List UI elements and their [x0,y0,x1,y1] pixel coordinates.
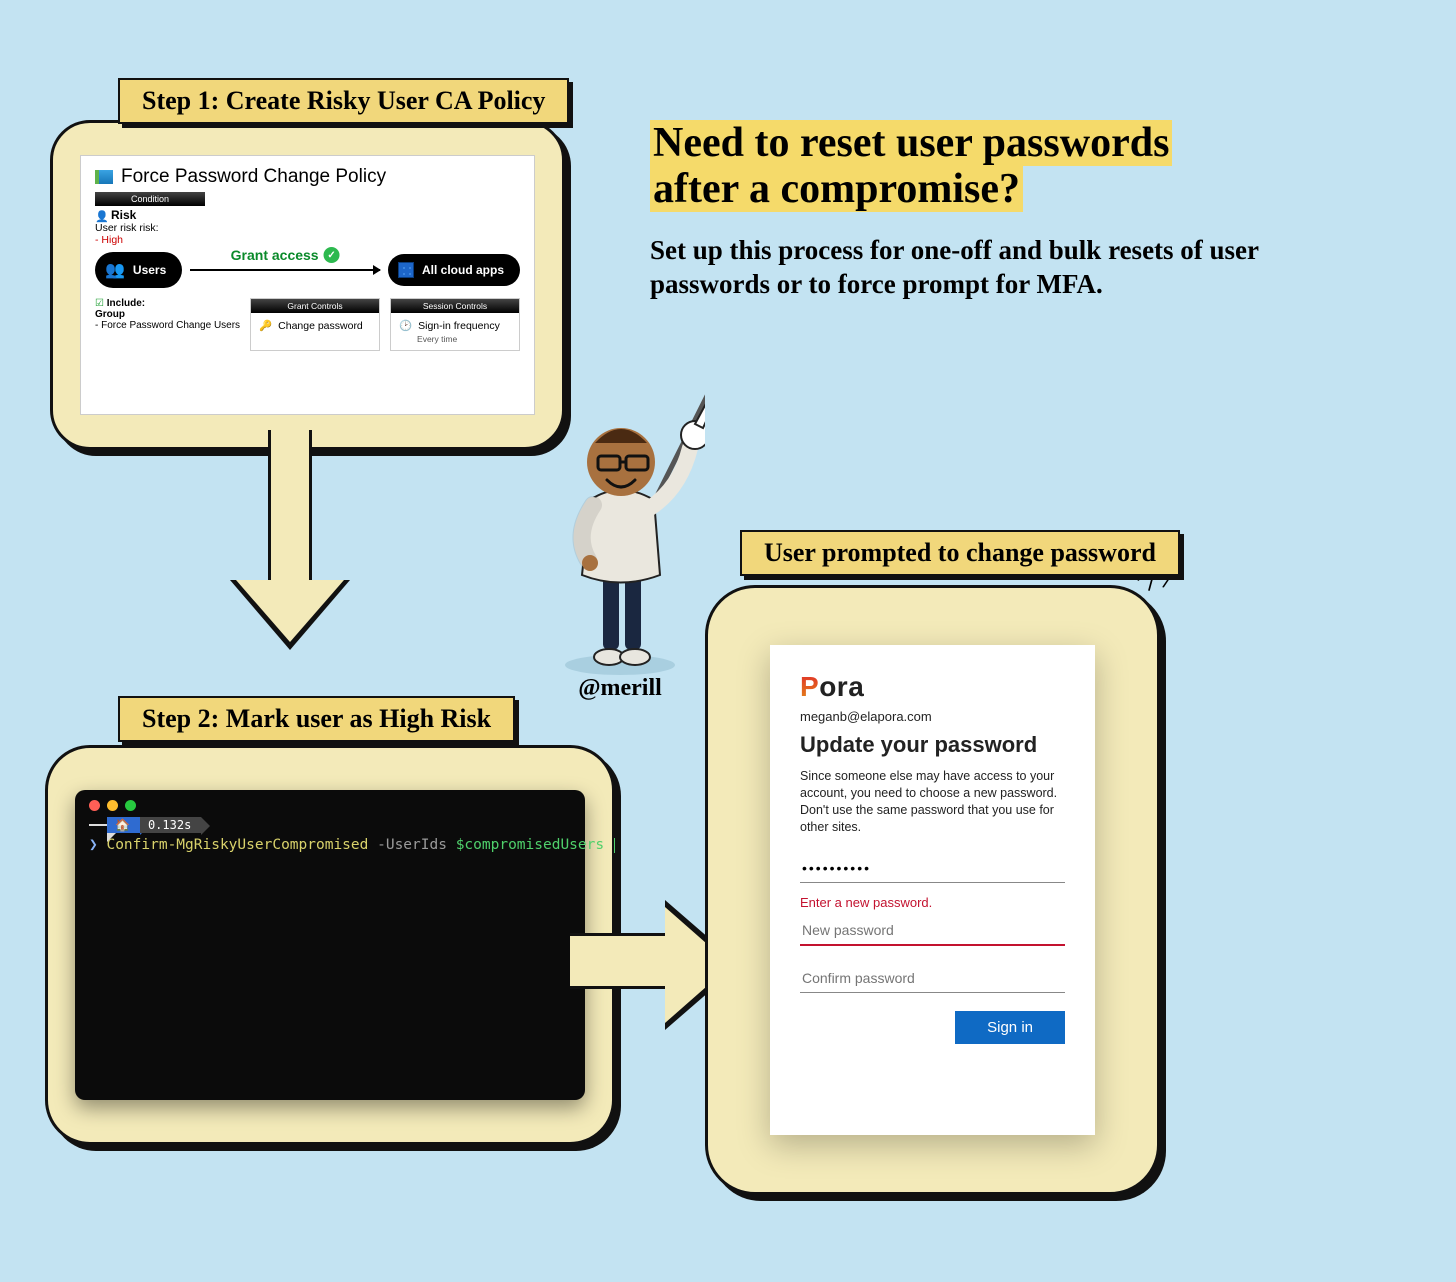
include-group-value: - Force Password Change Users [95,320,240,331]
update-title: Update your password [800,732,1065,758]
apps-pill: All cloud apps [388,254,520,286]
headline-title: Need to reset user passwords after a com… [650,120,1290,212]
apps-pill-label: All cloud apps [422,263,504,277]
avatar-illustration [535,380,705,680]
policy-flow-row: 👥 Users Grant access ✓ All cloud apps [95,252,520,288]
include-box: ☑ Include: Group - Force Password Change… [95,298,240,351]
risk-value: - High [95,234,520,246]
grant-label-text: Grant access [231,247,319,263]
brand-logo: Pora [800,671,1065,703]
policy-title-row: Force Password Change Policy [95,166,520,188]
headline-sub: Set up this process for one-off and bulk… [650,234,1290,302]
cmd-param: -UserIds [377,837,447,853]
terminal-dots [89,800,571,811]
terminal-cursor [614,838,615,853]
grant-arrow: Grant access ✓ [190,269,380,271]
users-pill: 👥 Users [95,252,182,288]
cmd-name: Confirm-MgRiskyUserCompromised [106,837,368,853]
users-pill-label: Users [133,263,166,277]
check-icon: ✓ [324,247,340,263]
terminal-window: 🏠 0.132s ❯ Confirm-MgRiskyUserCompromise… [75,790,585,1100]
include-group: Group [95,309,125,320]
session-controls-header: Session Controls [391,299,519,313]
grant-controls-box: Grant Controls 🔑 Change password [250,298,380,351]
result-tag: User prompted to change password [740,530,1180,576]
session-controls-box: Session Controls 🕑 Sign-in frequency Eve… [390,298,520,351]
cmd-var: $compromisedUsers [456,837,604,853]
step1-tag: Step 1: Create Risky User CA Policy [118,78,569,124]
session-control-item: Sign-in frequency [418,320,500,332]
condition-header: Condition [95,192,205,206]
grant-controls-body: 🔑 Change password [251,313,379,338]
window-close-icon[interactable] [89,800,100,811]
session-control-sub: Every time [409,334,519,350]
prompt-seg-time: 0.132s [140,817,201,833]
sign-in-button[interactable]: Sign in [955,1011,1065,1044]
prompt-caret: ❯ [89,837,98,853]
avatar-block: @merill [520,380,720,702]
grant-label: Grant access ✓ [231,247,340,263]
risk-label: Risk [111,208,136,222]
key-icon: 🔑 [259,319,272,332]
policy-title: Force Password Change Policy [121,166,386,188]
terminal-prompt-bar: 🏠 0.132s [89,817,571,833]
result-panel: \ | / Pora meganb@elapora.com Update you… [730,610,1135,1170]
headline-line1: Need to reset user passwords [650,120,1172,166]
apps-grid-icon [398,262,414,278]
current-password-input[interactable] [800,854,1065,883]
prompt-seg-home: 🏠 [107,817,140,833]
grant-control-item: Change password [278,320,363,332]
password-update-card: Pora meganb@elapora.com Update your pass… [770,645,1095,1135]
grant-controls-header: Grant Controls [251,299,379,313]
risk-row: Risk [95,208,520,222]
user-email: meganb@elapora.com [800,709,1065,724]
risk-field: User risk risk: [95,222,520,234]
headline-line2: after a compromise? [650,166,1023,212]
users-icon: 👥 [105,260,125,280]
policy-icon [95,170,113,184]
step2-panel: 🏠 0.132s ❯ Confirm-MgRiskyUserCompromise… [70,770,590,1120]
confirm-password-input[interactable] [800,964,1065,993]
policy-bottom-row: ☑ Include: Group - Force Password Change… [95,298,520,351]
include-check-icon: ☑ [95,298,104,309]
clock-icon: 🕑 [399,319,412,332]
prompt-seg-apple [89,824,107,826]
window-min-icon[interactable] [107,800,118,811]
step2-tag: Step 2: Mark user as High Risk [118,696,515,742]
user-risk-icon [95,209,107,221]
terminal-command: ❯ Confirm-MgRiskyUserCompromised -UserId… [89,837,571,853]
password-error: Enter a new password. [800,895,1065,910]
window-max-icon[interactable] [125,800,136,811]
headline-block: Need to reset user passwords after a com… [650,120,1290,302]
include-label: Include: [107,298,145,309]
new-password-input[interactable] [800,916,1065,946]
step1-panel: Force Password Change Policy Condition R… [70,140,545,430]
ca-policy-card: Force Password Change Policy Condition R… [80,155,535,415]
update-desc: Since someone else may have access to yo… [800,768,1065,836]
arrow-down [230,430,350,660]
